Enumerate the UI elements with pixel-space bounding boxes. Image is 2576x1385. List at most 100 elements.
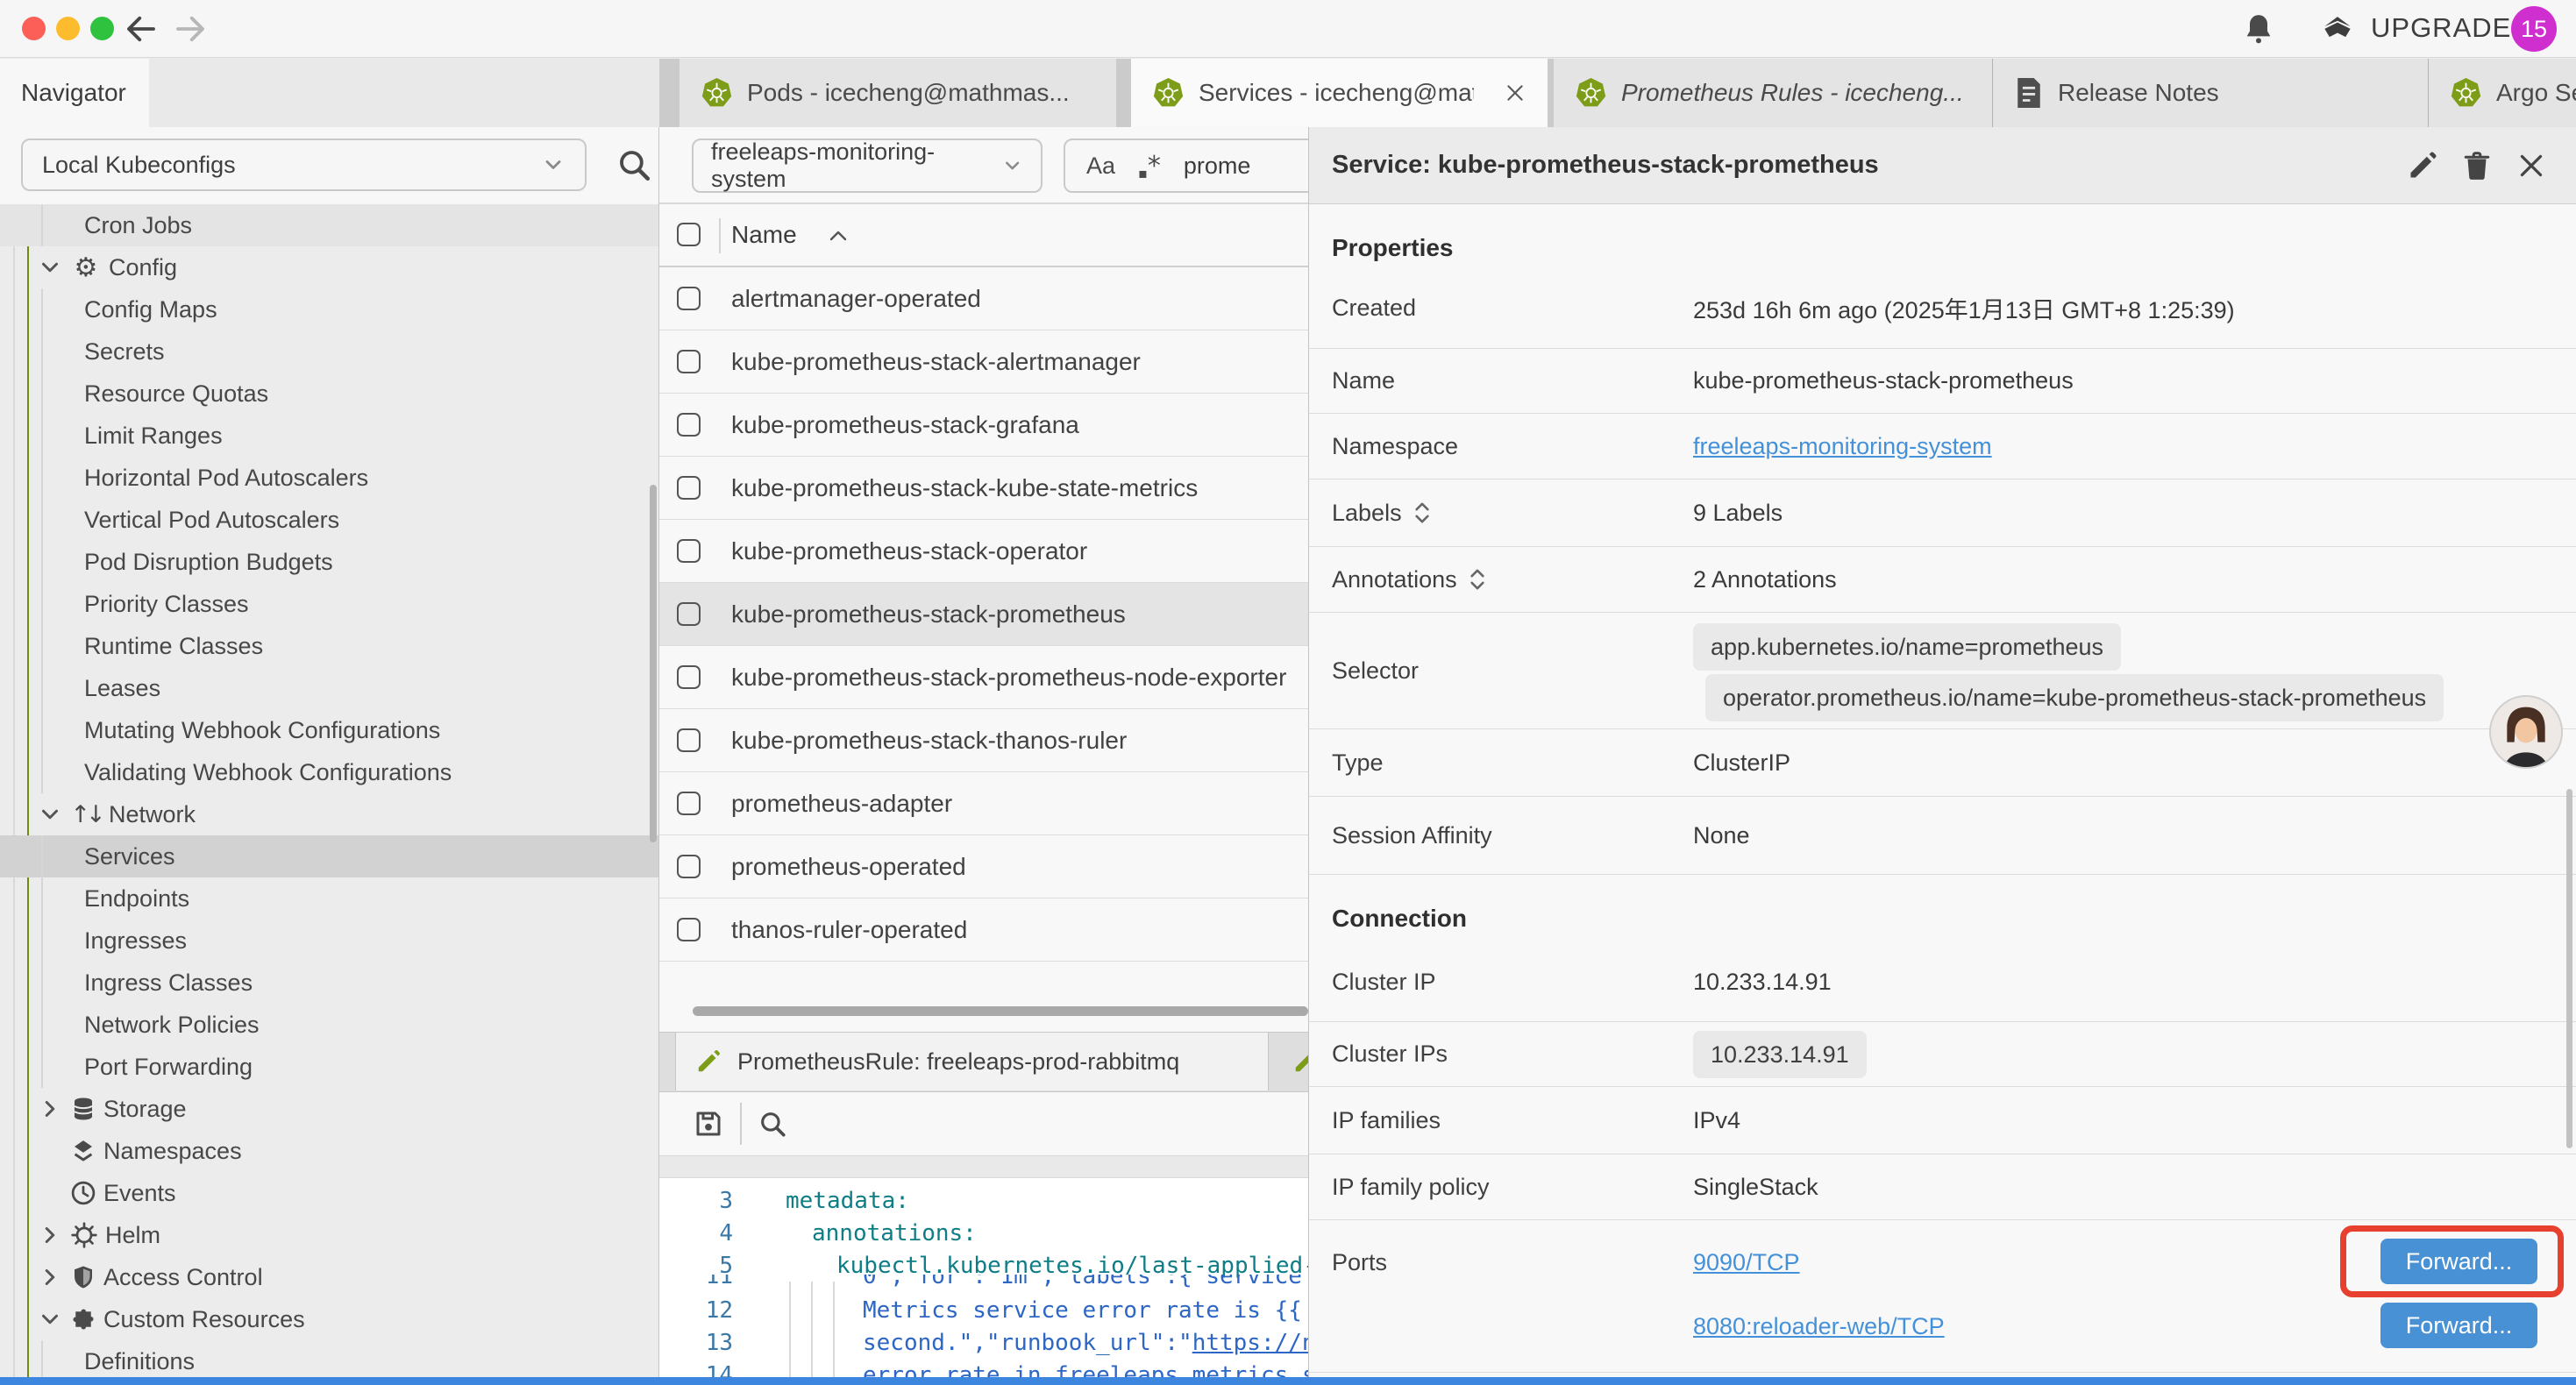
select-all-checkbox[interactable] — [677, 223, 701, 246]
sidebar-item-resource-quotas[interactable]: Resource Quotas — [0, 373, 659, 415]
row-checkbox[interactable] — [677, 350, 701, 373]
sidebar-group-config[interactable]: ⚙ Config — [0, 246, 659, 288]
namespace-link[interactable]: freeleaps-monitoring-system — [1693, 433, 1992, 460]
sidebar-item-ingress-classes[interactable]: Ingress Classes — [0, 962, 659, 1004]
sidebar-group-access-control[interactable]: Access Control — [0, 1256, 659, 1298]
port-link-9090[interactable]: 9090/TCP — [1693, 1249, 1800, 1276]
forward-arrow-icon[interactable] — [172, 11, 209, 47]
sidebar-item-events[interactable]: Events — [0, 1172, 659, 1214]
sidebar-item-endpoints[interactable]: Endpoints — [0, 877, 659, 920]
row-checkbox[interactable] — [677, 287, 701, 310]
tab-argo[interactable]: Argo Se — [2429, 59, 2576, 127]
sidebar-scrollbar[interactable] — [650, 485, 657, 842]
row-checkbox[interactable] — [677, 413, 701, 437]
tab-pods[interactable]: Pods - icecheng@mathmas... — [680, 59, 1116, 127]
sidebar-item-services[interactable]: Services — [0, 835, 659, 877]
notification-count-badge[interactable]: 15 — [2511, 6, 2557, 52]
tab-prometheus-rules[interactable]: Prometheus Rules - icecheng... — [1554, 59, 1993, 127]
chevron-right-icon — [37, 1096, 63, 1122]
match-case-toggle[interactable]: Aa — [1086, 153, 1115, 180]
sidebar-item-vertical-pod-autoscalers[interactable]: Vertical Pod Autoscalers — [0, 499, 659, 541]
sidebar-item-config-maps[interactable]: Config Maps — [0, 288, 659, 330]
sort-ascending-icon[interactable] — [828, 227, 849, 245]
expand-collapse-icon[interactable] — [1413, 501, 1432, 525]
close-tab-icon[interactable] — [1504, 82, 1526, 104]
sidebar-item-horizontal-pod-autoscalers[interactable]: Horizontal Pod Autoscalers — [0, 457, 659, 499]
tab-release-notes[interactable]: Release Notes — [1993, 59, 2429, 127]
row-checkbox[interactable] — [677, 539, 701, 563]
sidebar-item-secrets[interactable]: Secrets — [0, 330, 659, 373]
row-checkbox[interactable] — [677, 602, 701, 626]
edit-pencil-icon[interactable] — [2407, 150, 2438, 181]
kubernetes-icon — [701, 77, 733, 110]
horizontal-scrollbar[interactable] — [693, 1006, 1308, 1016]
sidebar-item-ingresses[interactable]: Ingresses — [0, 920, 659, 962]
name-column-header[interactable]: Name — [731, 221, 797, 249]
minimize-window-button[interactable] — [56, 17, 80, 40]
search-icon[interactable] — [758, 1109, 787, 1139]
dock-tab-prometheusrule[interactable]: PrometheusRule: freeleaps-prod-rabbitmq — [675, 1033, 1269, 1090]
filter-value: prome — [1184, 153, 1251, 180]
table-row[interactable]: prometheus-adapter — [659, 772, 1308, 835]
table-row[interactable]: alertmanager-operated — [659, 267, 1308, 330]
port-link-8080[interactable]: 8080:reloader-web/TCP — [1693, 1313, 1945, 1340]
table-row[interactable]: kube-prometheus-stack-prometheus-node-ex… — [659, 646, 1308, 709]
table-row[interactable]: kube-prometheus-stack-grafana — [659, 394, 1308, 457]
tab-services[interactable]: Services - icecheng@math... — [1131, 59, 1548, 127]
editor-line: 13second.","runbook_url":"https://netd — [659, 1327, 1308, 1359]
namespace-selector[interactable]: freeleaps-monitoring-system — [692, 138, 1042, 193]
row-checkbox[interactable] — [677, 476, 701, 500]
table-row[interactable]: prometheus-operated — [659, 835, 1308, 898]
sidebar-group-network[interactable]: ↑↓ Network — [0, 793, 659, 835]
sidebar-item-leases[interactable]: Leases — [0, 667, 659, 709]
save-icon[interactable] — [693, 1108, 724, 1140]
sidebar-group-storage[interactable]: Storage — [0, 1088, 659, 1130]
sidebar-item-runtime-classes[interactable]: Runtime Classes — [0, 625, 659, 667]
close-window-button[interactable] — [22, 17, 46, 40]
delete-trash-icon[interactable] — [2461, 150, 2493, 181]
sidebar-item-namespaces[interactable]: Namespaces — [0, 1130, 659, 1172]
upgrade-button[interactable]: UPGRADE — [2318, 9, 2511, 47]
back-arrow-icon[interactable] — [123, 11, 160, 47]
navigator-sidebar: Local Kubeconfigs Cron Jobs ⚙ Config Con… — [0, 127, 659, 1385]
row-checkbox[interactable] — [677, 728, 701, 752]
sidebar-item-pod-disruption-budgets[interactable]: Pod Disruption Budgets — [0, 541, 659, 583]
editor-line: 110","for":"1m","labels":{"service":"f — [659, 1275, 1308, 1288]
table-row[interactable]: kube-prometheus-stack-thanos-ruler — [659, 709, 1308, 772]
sidebar-group-helm[interactable]: Helm — [0, 1214, 659, 1256]
kubeconfig-selector[interactable]: Local Kubeconfigs — [21, 138, 587, 191]
sidebar-item-limit-ranges[interactable]: Limit Ranges — [0, 415, 659, 457]
sidebar-item-port-forwarding[interactable]: Port Forwarding — [0, 1046, 659, 1088]
forward-port-button-8080[interactable]: Forward... — [2380, 1303, 2537, 1348]
notifications-bell-icon[interactable] — [2241, 11, 2276, 47]
table-row[interactable]: thanos-ruler-operated — [659, 898, 1308, 962]
sidebar-item-validating-webhook-configurations[interactable]: Validating Webhook Configurations — [0, 751, 659, 793]
yaml-editor[interactable]: 3metadata: 4annotations: 5kubectl.kubern… — [659, 1178, 1308, 1385]
table-row[interactable]: kube-prometheus-stack-kube-state-metrics — [659, 457, 1308, 520]
row-checkbox[interactable] — [677, 665, 701, 689]
regex-toggle[interactable]: ▪* — [1138, 151, 1161, 181]
navigator-panel-tab[interactable]: Navigator — [0, 59, 149, 127]
sidebar-item-network-policies[interactable]: Network Policies — [0, 1004, 659, 1046]
maximize-window-button[interactable] — [90, 17, 114, 40]
row-checkbox[interactable] — [677, 855, 701, 878]
pencil-icon — [1292, 1048, 1308, 1075]
table-row[interactable]: kube-prometheus-stack-alertmanager — [659, 330, 1308, 394]
sidebar-item-mutating-webhook-configurations[interactable]: Mutating Webhook Configurations — [0, 709, 659, 751]
avatar[interactable] — [2489, 695, 2563, 769]
name-filter-input[interactable]: Aa ▪* prome — [1064, 138, 1308, 193]
expand-collapse-icon[interactable] — [1468, 567, 1487, 592]
sidebar-group-custom-resources[interactable]: Custom Resources — [0, 1298, 659, 1340]
sidebar-item-definitions[interactable]: Definitions — [0, 1340, 659, 1382]
detail-scrollbar[interactable] — [2566, 789, 2572, 1148]
row-checkbox[interactable] — [677, 918, 701, 941]
sidebar-item-priority-classes[interactable]: Priority Classes — [0, 583, 659, 625]
sidebar-item-cron-jobs[interactable]: Cron Jobs — [0, 204, 659, 246]
search-icon[interactable] — [616, 146, 652, 183]
table-row[interactable]: kube-prometheus-stack-operator — [659, 520, 1308, 583]
runbook-url-link[interactable]: https://netd — [1192, 1330, 1308, 1356]
table-row-selected[interactable]: kube-prometheus-stack-prometheus — [659, 583, 1308, 646]
row-checkbox[interactable] — [677, 792, 701, 815]
close-panel-icon[interactable] — [2516, 150, 2547, 181]
dock-tab-partial[interactable] — [1269, 1033, 1308, 1090]
